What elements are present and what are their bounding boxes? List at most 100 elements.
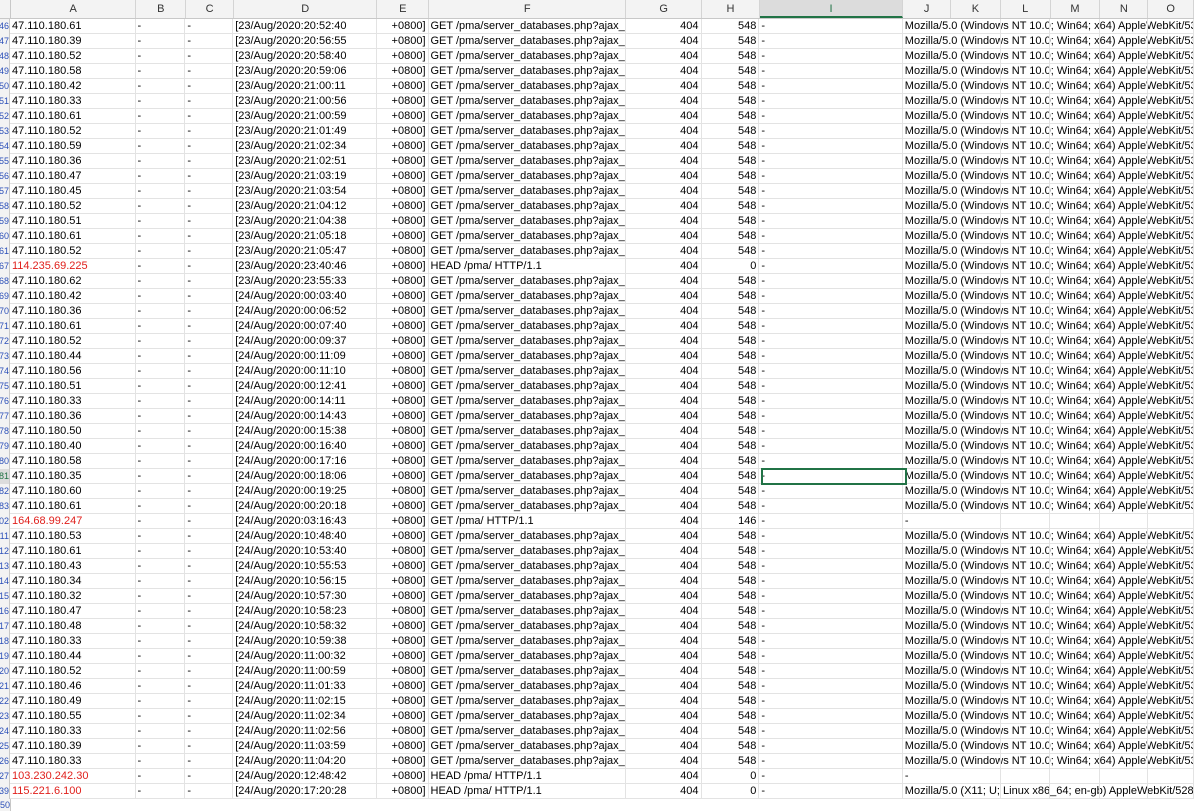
cell-c[interactable]: - — [185, 94, 234, 108]
cell-o[interactable] — [1148, 604, 1194, 618]
cell-h[interactable]: 548 — [702, 574, 760, 588]
cell-e[interactable]: +0800] — [377, 349, 429, 363]
cell-a[interactable]: 47.110.180.52 — [10, 199, 136, 213]
row-header[interactable]: 53 — [0, 124, 10, 139]
cell-g[interactable]: 404 — [626, 514, 702, 528]
cell-h[interactable]: 548 — [702, 229, 760, 243]
cell-f[interactable]: GET /pma/server_databases.php?ajax_reque… — [429, 289, 626, 303]
cell-c[interactable]: - — [185, 514, 234, 528]
cell-m[interactable] — [1050, 484, 1101, 498]
cell-i[interactable]: - — [759, 379, 903, 393]
cell-f[interactable]: GET /pma/server_databases.php?ajax_reque… — [429, 469, 626, 483]
cell-i[interactable]: - — [759, 109, 903, 123]
cell-o[interactable] — [1148, 769, 1194, 783]
cell-j[interactable]: Mozilla/5.0 (Windows NT 10.0; Win64; x64… — [903, 259, 1194, 273]
cell-g[interactable]: 404 — [626, 739, 702, 753]
cell-f[interactable]: GET /pma/server_databases.php?ajax_reque… — [429, 619, 626, 633]
cell-j[interactable]: - — [903, 514, 951, 528]
cell-i[interactable]: - — [759, 199, 903, 213]
cell-b[interactable]: - — [136, 439, 186, 453]
cell-b[interactable]: - — [136, 409, 186, 423]
cell-l[interactable] — [1001, 169, 1051, 183]
cell-o[interactable] — [1148, 424, 1194, 438]
cell-l[interactable] — [1001, 454, 1051, 468]
row-header[interactable]: 59 — [0, 214, 10, 229]
cell-j[interactable]: Mozilla/5.0 (Windows NT 10.0; Win64; x64… — [903, 184, 1194, 198]
cell-e[interactable]: +0800] — [377, 49, 429, 63]
cell-d[interactable]: [23/Aug/2020:23:40:46 — [233, 259, 377, 273]
cell-o[interactable] — [1148, 664, 1194, 678]
cell-e[interactable]: +0800] — [377, 409, 429, 423]
cell-j[interactable]: Mozilla/5.0 (Windows NT 10.0; Win64; x64… — [903, 139, 1194, 153]
cell-h[interactable]: 0 — [702, 769, 760, 783]
cell-o[interactable] — [1148, 199, 1194, 213]
cell-n[interactable] — [1100, 49, 1149, 63]
row-header[interactable]: 13 — [0, 559, 10, 574]
cell-l[interactable] — [1001, 334, 1051, 348]
cell-a[interactable]: 47.110.180.49 — [10, 694, 136, 708]
cell-k[interactable] — [951, 139, 1001, 153]
cell-f[interactable]: GET /pma/server_databases.php?ajax_reque… — [429, 199, 626, 213]
cell-e[interactable]: +0800] — [377, 289, 429, 303]
cell-h[interactable]: 548 — [702, 49, 760, 63]
cell-k[interactable] — [951, 349, 1001, 363]
cell-j[interactable]: Mozilla/5.0 (Windows NT 10.0; Win64; x64… — [903, 709, 1194, 723]
cell-d[interactable]: [24/Aug/2020:10:58:23 — [233, 604, 377, 618]
cell-g[interactable]: 404 — [626, 49, 702, 63]
cell-b[interactable]: - — [136, 589, 186, 603]
cell-e[interactable]: +0800] — [377, 244, 429, 258]
cell-j[interactable]: Mozilla/5.0 (Windows NT 10.0; Win64; x64… — [903, 304, 1194, 318]
cell-k[interactable] — [951, 544, 1001, 558]
cell-l[interactable] — [1001, 709, 1051, 723]
cell-c[interactable]: - — [185, 64, 234, 78]
cell-m[interactable] — [1050, 589, 1101, 603]
cell-g[interactable]: 404 — [626, 499, 702, 513]
cell-n[interactable] — [1100, 214, 1149, 228]
cell-b[interactable]: - — [136, 619, 186, 633]
cell-f[interactable]: GET /pma/server_databases.php?ajax_reque… — [429, 319, 626, 333]
row-header[interactable]: 76 — [0, 394, 10, 409]
row-header[interactable]: 69 — [0, 289, 10, 304]
cell-d[interactable]: [23/Aug/2020:21:03:19 — [233, 169, 377, 183]
cell-l[interactable] — [1001, 154, 1051, 168]
cell-k[interactable] — [951, 34, 1001, 48]
cell-a[interactable]: 47.110.180.56 — [10, 364, 136, 378]
cell-o[interactable] — [1148, 259, 1194, 273]
cell-o[interactable] — [1148, 289, 1194, 303]
cell-o[interactable] — [1148, 49, 1194, 63]
cell-l[interactable] — [1001, 184, 1051, 198]
cell-j[interactable]: Mozilla/5.0 (Windows NT 10.0; Win64; x64… — [903, 754, 1194, 768]
cell-j[interactable]: Mozilla/5.0 (Windows NT 10.0; Win64; x64… — [903, 499, 1194, 513]
cell-o[interactable] — [1148, 109, 1194, 123]
cell-g[interactable]: 404 — [626, 649, 702, 663]
cell-k[interactable] — [951, 319, 1001, 333]
cell-b[interactable]: - — [136, 49, 186, 63]
cell-d[interactable]: [24/Aug/2020:00:17:16 — [233, 454, 377, 468]
cell-i[interactable]: - — [759, 169, 903, 183]
cell-j[interactable]: Mozilla/5.0 (Windows NT 10.0; Win64; x64… — [903, 394, 1194, 408]
row-header[interactable]: 68 — [0, 274, 10, 289]
cell-m[interactable] — [1050, 94, 1101, 108]
cell-n[interactable] — [1100, 139, 1149, 153]
row-header[interactable]: 67 — [0, 259, 10, 274]
cell-c[interactable]: - — [185, 424, 234, 438]
cell-l[interactable] — [1001, 19, 1051, 33]
cell-l[interactable] — [1001, 514, 1051, 528]
cell-e[interactable]: +0800] — [377, 649, 429, 663]
cell-c[interactable]: - — [185, 739, 234, 753]
cell-k[interactable] — [951, 574, 1001, 588]
cell-l[interactable] — [1001, 439, 1051, 453]
cell-f[interactable]: GET /pma/server_databases.php?ajax_reque… — [429, 124, 626, 138]
cell-e[interactable]: +0800] — [377, 19, 429, 33]
cell-j[interactable]: Mozilla/5.0 (Windows NT 10.0; Win64; x64… — [903, 19, 1194, 33]
cell-e[interactable]: +0800] — [377, 514, 429, 528]
cell-k[interactable] — [951, 379, 1001, 393]
cell-f[interactable]: GET /pma/server_databases.php?ajax_reque… — [429, 694, 626, 708]
cell-o[interactable] — [1148, 244, 1194, 258]
cell-o[interactable] — [1148, 454, 1194, 468]
cell-g[interactable]: 404 — [626, 199, 702, 213]
cell-j[interactable]: Mozilla/5.0 (Windows NT 10.0; Win64; x64… — [903, 484, 1194, 498]
cell-d[interactable]: [23/Aug/2020:21:03:54 — [233, 184, 377, 198]
cell-k[interactable] — [951, 454, 1001, 468]
cell-d[interactable]: [24/Aug/2020:11:03:59 — [233, 739, 377, 753]
